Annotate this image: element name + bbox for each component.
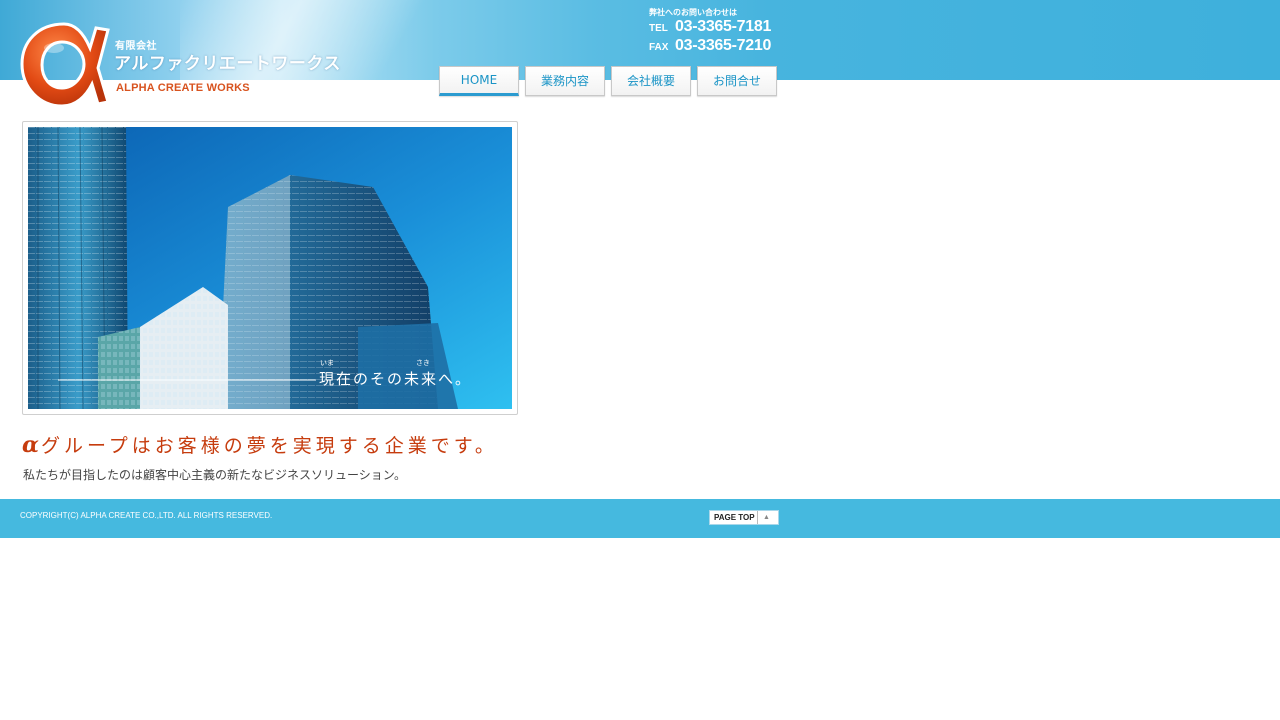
page-top-button[interactable]: PAGE TOP ▲ <box>709 510 779 525</box>
copyright-text: COPYRIGHT(C) ALPHA CREATE CO.,LTD. ALL R… <box>20 511 273 520</box>
nav-contact[interactable]: お問合せ <box>697 66 777 96</box>
tagline-text: グループはお客様の夢を実現する企業です。 <box>40 435 498 457</box>
main-tagline: αグループはお客様の夢を実現する企業です。 <box>22 431 498 458</box>
hero-frame: いま さき 現在のその未来へ。 <box>22 121 518 415</box>
nav-company[interactable]: 会社概要 <box>611 66 691 96</box>
contact-fax: FAX 03-3365-7210 <box>649 37 771 55</box>
contact-tel: TEL 03-3365-7181 <box>649 18 771 36</box>
logo-company-name[interactable]: アルファクリエートワークス <box>114 49 341 74</box>
contact-label: 弊社へのお問い合わせは <box>649 8 737 17</box>
ruby-saki: さき <box>416 359 430 367</box>
alpha-logo-icon[interactable] <box>18 18 110 110</box>
hero-caption: 現在のその未来へ。 <box>319 370 473 388</box>
tagline-alpha: α <box>22 432 41 458</box>
triangle-up-icon: ▲ <box>757 511 775 524</box>
main-subtitle: 私たちが目指したのは顧客中心主義の新たなビジネスソリューション。 <box>23 468 407 482</box>
footer: COPYRIGHT(C) ALPHA CREATE CO.,LTD. ALL R… <box>0 499 1280 538</box>
nav-home[interactable]: HOME <box>439 66 519 96</box>
logo-english-name: ALPHA CREATE WORKS <box>116 82 250 94</box>
fax-number: 03-3365-7210 <box>675 37 772 54</box>
page-top-label: PAGE TOP <box>714 513 755 522</box>
tel-label: TEL <box>649 23 668 34</box>
hero-buildings-image <box>28 127 512 409</box>
tel-number: 03-3365-7181 <box>675 18 772 35</box>
ruby-ima: いま <box>320 359 334 367</box>
nav-services[interactable]: 業務内容 <box>525 66 605 96</box>
fax-label: FAX <box>649 42 669 53</box>
